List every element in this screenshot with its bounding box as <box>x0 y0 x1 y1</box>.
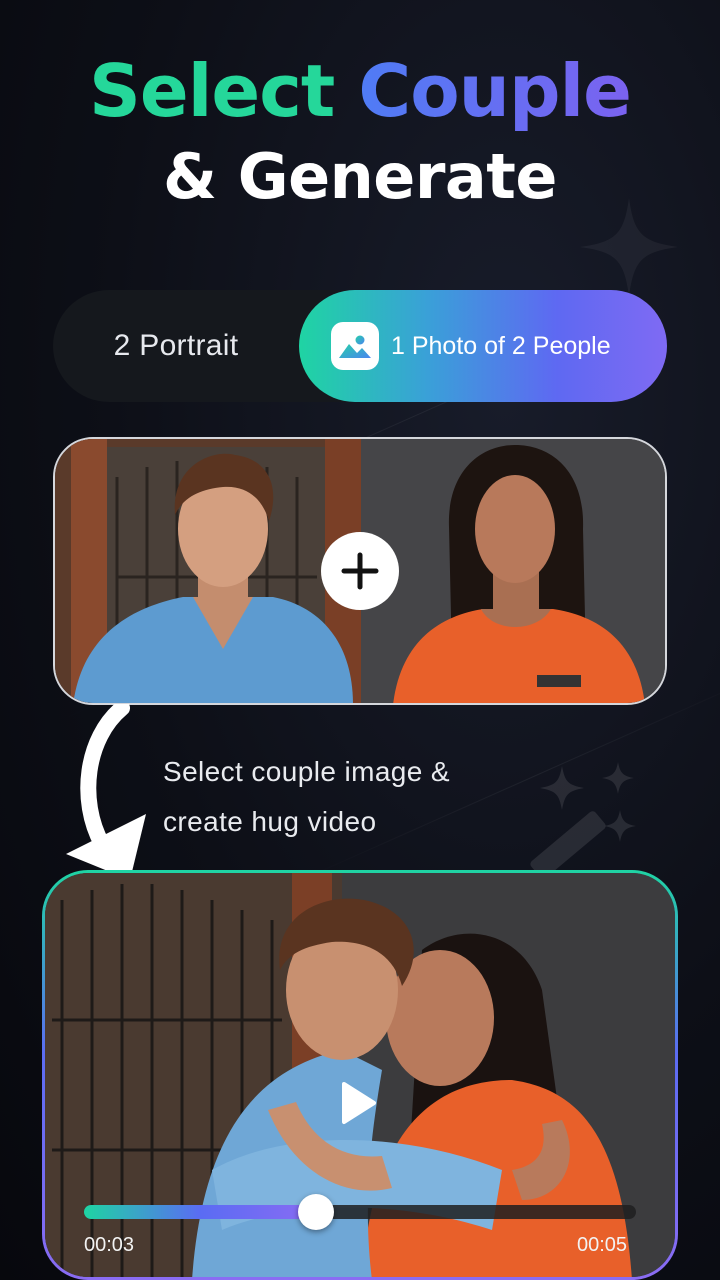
video-progress-thumb[interactable] <box>297 1194 334 1230</box>
add-photo-button[interactable] <box>321 532 399 610</box>
current-time: 00:03 <box>84 1234 135 1256</box>
mode-toggle: 2 Portrait 1 Photo of 2 People <box>53 290 667 402</box>
headline-word-couple: Couple <box>358 49 632 133</box>
caption-line-1: Select couple image & <box>163 756 451 787</box>
option-1-photo-of-2-people[interactable]: 1 Photo of 2 People <box>299 290 667 402</box>
curved-arrow-icon <box>66 704 146 880</box>
woman-portrait-photo <box>361 439 665 703</box>
option-1-photo-label: 1 Photo of 2 People <box>391 331 611 360</box>
option-2-portrait[interactable]: 2 Portrait <box>53 290 299 402</box>
option-2-portrait-label: 2 Portrait <box>113 329 239 362</box>
image-icon <box>331 322 379 370</box>
video-progress-fill <box>84 1205 316 1219</box>
total-time: 00:05 <box>577 1234 628 1256</box>
headline-word-select: Select <box>89 49 335 133</box>
video-progress-bar[interactable] <box>84 1194 636 1230</box>
headline-line-2: & Generate <box>163 140 557 213</box>
man-portrait-photo <box>55 439 361 703</box>
headline: Select Couple & Generate <box>0 48 720 220</box>
plus-icon <box>341 552 379 590</box>
instruction-caption: Select couple image & create hug video <box>163 747 583 847</box>
play-icon[interactable] <box>330 1078 380 1128</box>
headline-line-1: Select Couple <box>0 48 720 134</box>
caption-line-2: create hug video <box>163 806 377 837</box>
